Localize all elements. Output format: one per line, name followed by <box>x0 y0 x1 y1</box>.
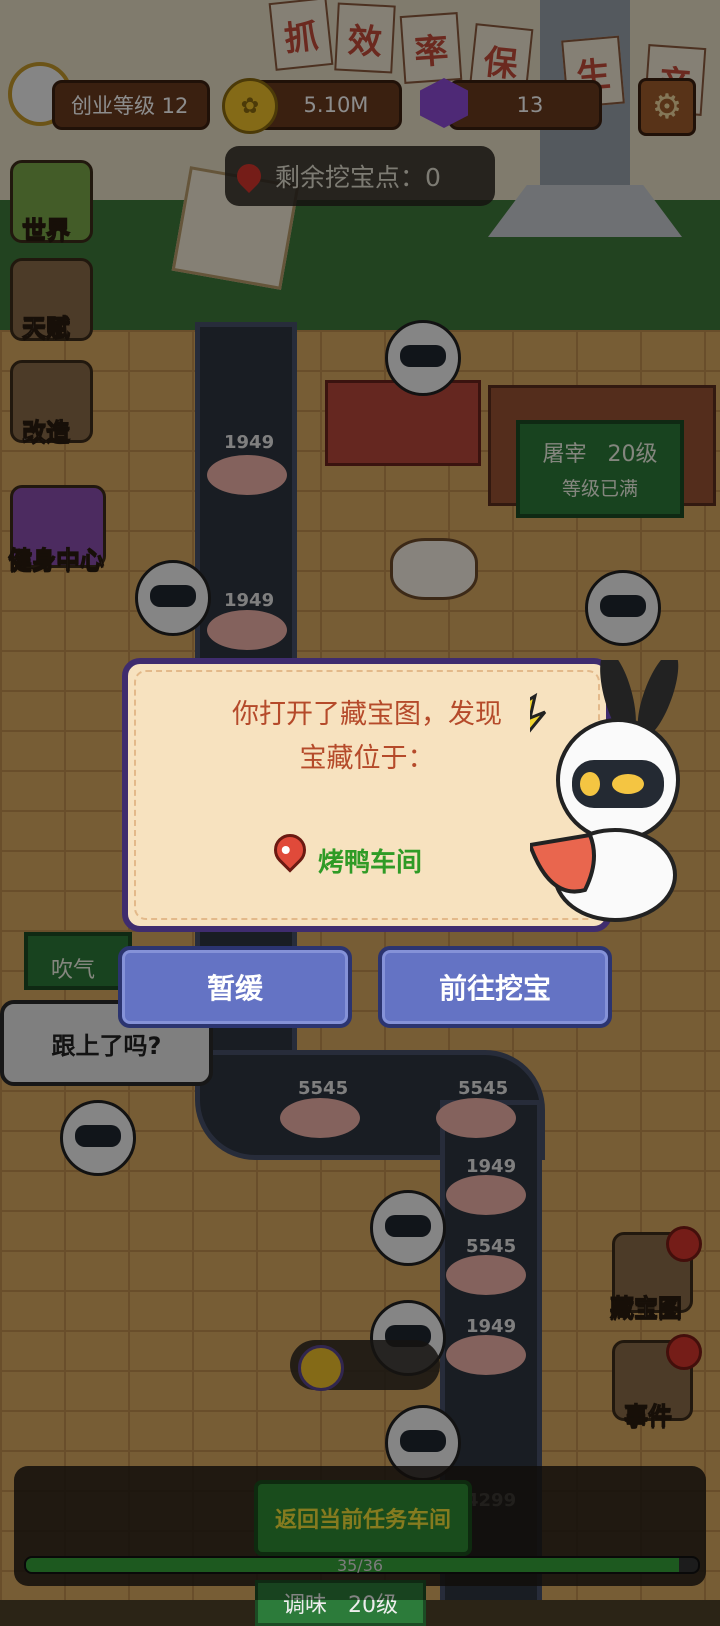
mascot-bunny-icon <box>530 660 680 922</box>
treasure-location: 烤鸭车间 <box>318 848 423 878</box>
go-dig-button-label: 前往挖宝 <box>438 972 551 1005</box>
postpone-button[interactable]: 暂缓 <box>118 946 352 1028</box>
go-dig-button[interactable]: 前往挖宝 <box>378 946 612 1028</box>
postpone-button-label: 暂缓 <box>206 972 263 1005</box>
